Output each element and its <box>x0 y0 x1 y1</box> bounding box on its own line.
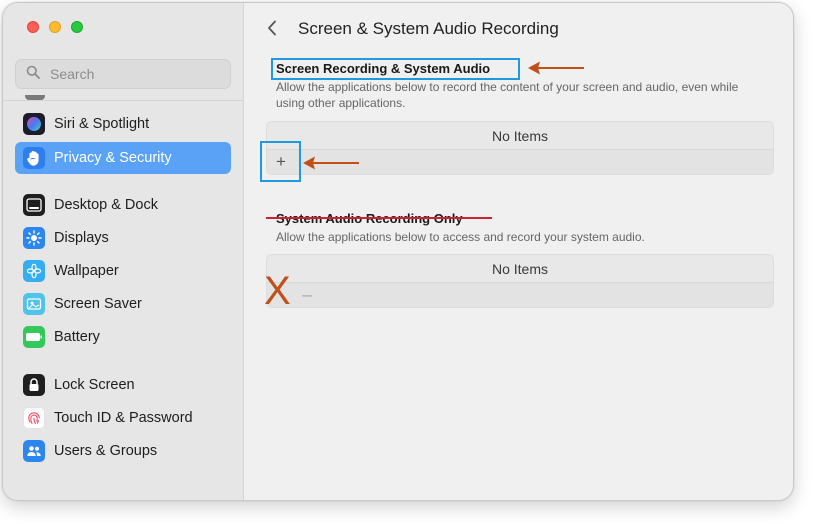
cross-mark-annotation: X <box>264 269 291 313</box>
search-field[interactable] <box>15 59 231 89</box>
lock-icon <box>23 374 45 396</box>
content-pane: Screen & System Audio Recording Screen R… <box>244 3 793 500</box>
remove-app-button[interactable]: – <box>297 285 317 305</box>
sidebar-item-siri-spotlight[interactable]: Siri & Spotlight <box>15 108 231 140</box>
sidebar-item-label: Displays <box>54 230 109 246</box>
sidebar-item-displays[interactable]: Displays <box>15 222 231 254</box>
empty-list-text: No Items <box>267 122 773 149</box>
minimize-window-button[interactable] <box>49 21 61 33</box>
sidebar-divider <box>3 100 243 101</box>
sidebar-item-label: Lock Screen <box>54 377 135 393</box>
sidebar-item-label: Screen Saver <box>54 296 142 312</box>
system-audio-app-list: No Items – <box>266 254 774 308</box>
page-title: Screen & System Audio Recording <box>298 19 559 38</box>
annotation-arrow-icon <box>528 61 584 75</box>
search-input[interactable] <box>48 65 222 83</box>
back-button[interactable] <box>262 17 282 43</box>
sidebar-item-label: Desktop & Dock <box>54 197 158 213</box>
close-window-button[interactable] <box>27 21 39 33</box>
sidebar-item-battery[interactable]: Battery <box>15 321 231 353</box>
sidebar-item-label: Siri & Spotlight <box>54 116 150 132</box>
sidebar-item-users-groups[interactable]: Users & Groups <box>15 435 231 467</box>
sidebar-item-screen-saver[interactable]: Screen Saver <box>15 288 231 320</box>
flower-icon <box>23 260 45 282</box>
sidebar: Siri & Spotlight Privacy & Security Desk… <box>3 3 244 500</box>
siri-icon <box>23 113 45 135</box>
highlight-box <box>271 58 520 80</box>
screen-saver-icon <box>23 293 45 315</box>
empty-list-text: No Items <box>267 255 773 282</box>
sun-icon <box>23 227 45 249</box>
sidebar-item-label: Privacy & Security <box>54 150 172 166</box>
section-description: Allow the applications below to access a… <box>276 230 645 244</box>
strikethrough-line <box>266 217 492 219</box>
sidebar-item-label: Touch ID & Password <box>54 410 193 426</box>
battery-icon <box>23 326 45 348</box>
list-toolbar: – <box>267 282 773 307</box>
hand-icon <box>23 147 45 169</box>
annotation-arrow-icon <box>303 156 359 170</box>
fingerprint-icon <box>23 407 45 429</box>
chevron-left-icon <box>267 20 277 41</box>
zoom-window-button[interactable] <box>71 21 83 33</box>
highlight-box <box>260 141 301 182</box>
sidebar-item-touch-id-password[interactable]: Touch ID & Password <box>15 402 231 434</box>
settings-window: Siri & Spotlight Privacy & Security Desk… <box>2 2 794 501</box>
search-icon <box>26 65 40 84</box>
sidebar-item-privacy-security[interactable]: Privacy & Security <box>15 142 231 174</box>
dock-icon <box>23 194 45 216</box>
sidebar-item-wallpaper[interactable]: Wallpaper <box>15 255 231 287</box>
sidebar-item-label: Users & Groups <box>54 443 158 459</box>
sidebar-item-label: Wallpaper <box>54 263 119 279</box>
section-description: Allow the applications below to record t… <box>276 80 739 110</box>
sidebar-item-desktop-dock[interactable]: Desktop & Dock <box>15 189 231 221</box>
users-icon <box>23 440 45 462</box>
sidebar-item-lock-screen[interactable]: Lock Screen <box>15 369 231 401</box>
sidebar-item-label: Battery <box>54 329 100 345</box>
